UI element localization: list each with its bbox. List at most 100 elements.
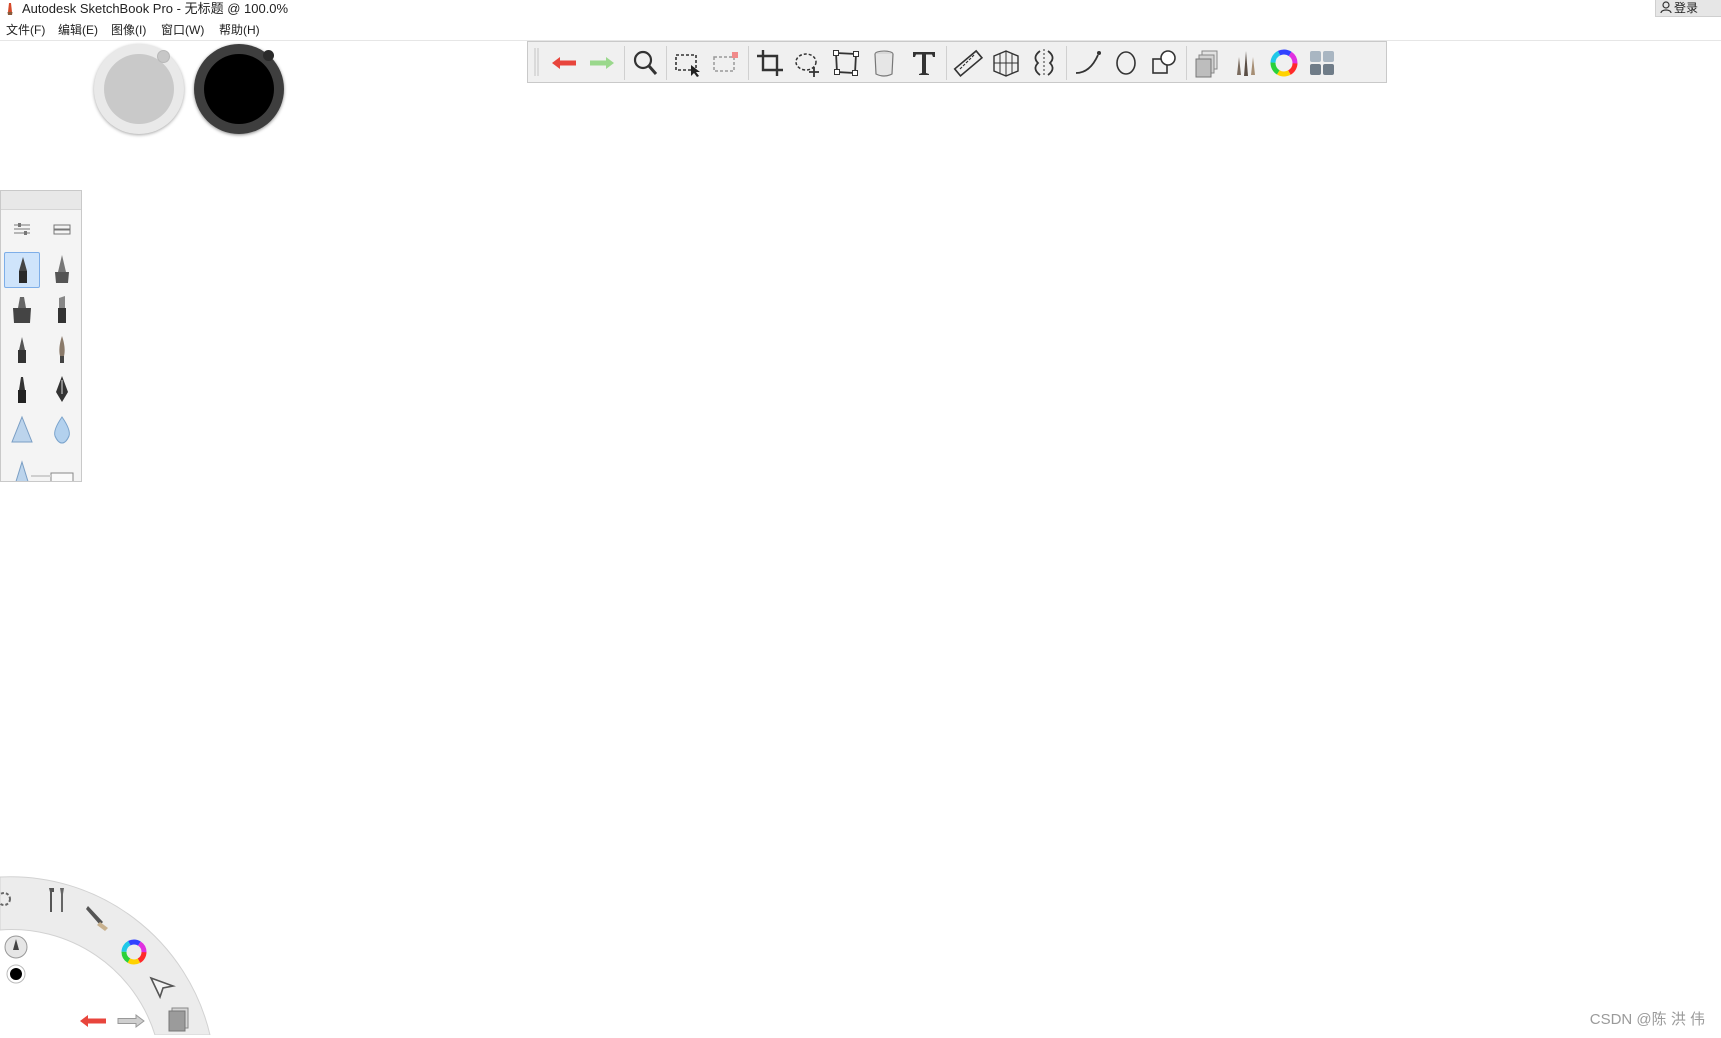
lagoon-undo-button[interactable] [76,1004,110,1038]
menu-file[interactable]: 文件(F) [6,20,45,40]
zoom-button[interactable] [627,45,663,81]
lagoon-color-dot-button[interactable] [0,957,34,991]
perspective-grid-icon [993,50,1019,77]
menu-edit[interactable]: 编辑(E) [58,20,98,40]
color-wheel-button[interactable] [1266,45,1302,81]
brush-icon [86,906,108,931]
lagoon-tools-button[interactable] [40,882,74,916]
lagoon-settings-button[interactable] [0,882,28,916]
brush-chisel-marker[interactable] [44,292,80,328]
toolbar-grip-icon[interactable] [532,46,542,78]
lagoon-color-wheel-button[interactable] [117,935,151,969]
login-button[interactable]: 登录 [1655,0,1721,17]
menu-help[interactable]: 帮助(H) [219,20,260,40]
undo-button[interactable] [546,45,582,81]
redo-button[interactable] [584,45,620,81]
felt-pen-icon [18,377,26,403]
lagoon-redo-button[interactable] [114,1004,148,1038]
lagoon-brush-button[interactable] [83,900,117,934]
brush-paintbrush[interactable] [44,332,80,368]
marker-icon [13,297,31,323]
color-dot-icon [6,964,26,984]
brush-water[interactable] [44,412,80,448]
shapes-icon [1152,50,1176,74]
settings-gear-icon [0,892,11,906]
brushes-icon [1237,51,1255,76]
swatches-button[interactable] [1304,45,1340,81]
brush-library-button[interactable] [44,211,80,247]
puck-toggle-dot[interactable] [157,50,170,63]
secondary-color-puck[interactable] [94,44,184,134]
menu-bar: 文件(F) 编辑(E) 图像(I) 窗口(W) 帮助(H) [0,20,1721,41]
brush-settings-button[interactable] [4,211,40,247]
clear-selection-button[interactable] [708,45,744,81]
brush-technical-pen[interactable] [44,252,80,288]
swatches-icon [1310,51,1334,75]
ruler-button[interactable] [950,45,986,81]
brush-eraser[interactable] [44,452,80,481]
text-icon [913,52,935,75]
crop-icon [757,50,783,76]
curve-button[interactable] [1070,45,1106,81]
rect-select-icon [675,54,700,77]
triangle-brush-icon [15,460,29,481]
layers-icon [1195,50,1218,78]
distort-button[interactable] [828,45,864,81]
lagoon-layers-button[interactable] [163,1000,197,1034]
brush-airbrush[interactable] [4,412,40,448]
color-wheel-icon [1270,49,1298,77]
undo-arrow-icon [552,57,576,69]
pencil-icon [19,257,27,283]
primary-color-swatch [204,54,274,124]
brush-palette [0,190,82,482]
perspective-button[interactable] [988,45,1024,81]
layers-button[interactable] [1190,45,1226,81]
chisel-marker-icon [58,296,66,323]
airbrush-cone-icon [11,415,33,443]
symmetry-button[interactable] [1026,45,1062,81]
select-button[interactable] [670,45,706,81]
text-button[interactable] [906,45,942,81]
user-icon [1660,1,1672,14]
brush-triangle[interactable] [4,452,40,481]
menu-window[interactable]: 窗口(W) [161,20,204,40]
brush-palette-resize-grip[interactable] [31,475,51,477]
lasso-transform-button[interactable] [790,45,826,81]
brush-ink-pen[interactable] [44,372,80,408]
select-arrow-icon [149,976,176,1000]
crop-button[interactable] [752,45,788,81]
secondary-color-swatch [104,54,174,124]
primary-color-puck[interactable] [194,44,284,134]
tools-icon [49,888,64,912]
symmetry-icon [1034,49,1054,77]
brush-ballpoint[interactable] [4,332,40,368]
menu-image[interactable]: 图像(I) [111,20,146,40]
puck-toggle-dot[interactable] [263,50,274,61]
brush-pencil[interactable] [4,252,40,288]
paintbrush-icon [59,336,65,363]
window-title: Autodesk SketchBook Pro - 无标题 @ 100.0% [22,1,289,16]
fill-button[interactable] [866,45,902,81]
shapes-button[interactable] [1146,45,1182,81]
brush-palette-titlebar[interactable] [1,191,81,210]
undo-icon [80,1015,106,1027]
ballpoint-icon [18,337,26,363]
lagoon-select-button[interactable] [145,968,179,1002]
main-toolbar [527,41,1387,83]
brush-library-icon [53,224,71,235]
ellipse-icon [1116,51,1136,75]
brushes-button[interactable] [1228,45,1264,81]
distort-icon [833,50,859,76]
brush-felt-pen[interactable] [4,372,40,408]
ellipse-button[interactable] [1108,45,1144,81]
lagoon-menu [0,860,220,1035]
clear-select-icon [713,52,738,72]
ink-pen-icon [56,376,68,402]
app-logo-icon [7,3,13,15]
redo-arrow-icon [590,57,614,69]
lasso-move-icon [795,53,819,77]
title-bar: Autodesk SketchBook Pro - 无标题 @ 100.0% 登… [0,0,1721,18]
layers-icon [168,1007,189,1032]
water-drop-icon [54,416,70,444]
brush-marker[interactable] [4,292,40,328]
